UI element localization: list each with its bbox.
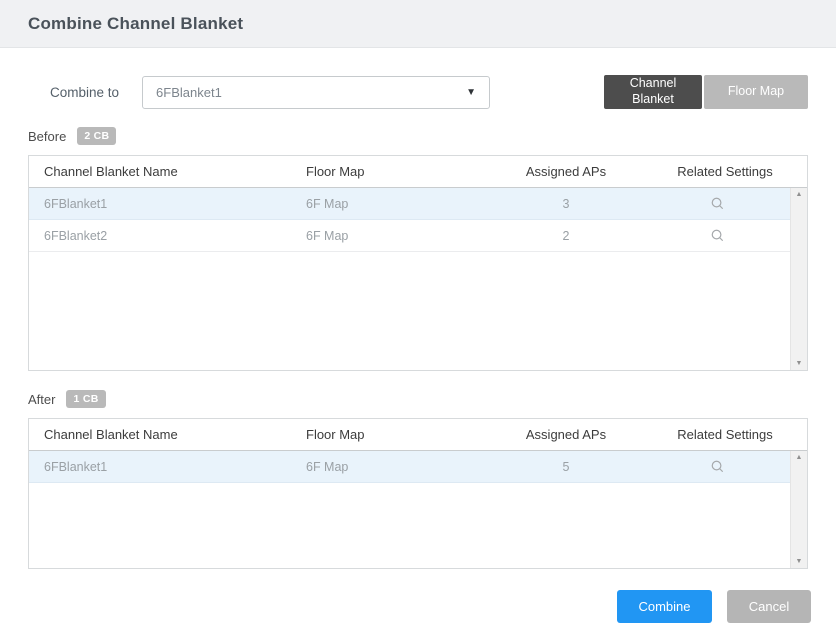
combine-to-select[interactable]: 6FBlanket1 ▼ [142,76,490,109]
column-header-floor-map: Floor Map [289,427,489,442]
before-section-label: Before 2 CB [28,126,808,146]
scroll-up-arrow-icon[interactable]: ▲ [796,191,803,198]
chevron-down-icon: ▼ [466,87,476,98]
search-icon [710,459,725,474]
tab-floor-map[interactable]: Floor Map [704,75,808,109]
scroll-down-arrow-icon[interactable]: ▼ [796,558,803,565]
column-header-related-settings: Related Settings [643,427,807,442]
after-count-badge: 1 CB [66,390,105,408]
footer-actions: Combine Cancel [28,590,811,623]
after-table: Channel Blanket Name Floor Map Assigned … [28,418,808,569]
column-header-assigned-aps: Assigned APs [489,164,643,179]
combine-to-label: Combine to [50,85,119,100]
cell-floor-map: 6F Map [289,460,489,474]
before-label: Before [28,129,66,144]
table-row[interactable]: 6FBlanket1 6F Map 5 [29,451,790,483]
combine-to-selected-value: 6FBlanket1 [156,85,222,100]
before-table: Channel Blanket Name Floor Map Assigned … [28,155,808,371]
cell-assigned-aps: 3 [489,197,643,211]
cell-channel-blanket-name: 6FBlanket1 [29,460,289,474]
table-row[interactable]: 6FBlanket1 6F Map 3 [29,188,790,220]
search-icon [710,196,725,211]
combine-button[interactable]: Combine [617,590,712,623]
cell-assigned-aps: 2 [489,229,643,243]
cell-related-settings [643,457,791,477]
search-icon [710,228,725,243]
before-table-scrollbar[interactable]: ▲ ▼ [790,188,807,370]
cell-channel-blanket-name: 6FBlanket2 [29,229,289,243]
column-header-floor-map: Floor Map [289,164,489,179]
column-header-assigned-aps: Assigned APs [489,427,643,442]
title-bar: Combine Channel Blanket [0,0,836,48]
cell-related-settings [643,194,791,214]
after-section-label: After 1 CB [28,389,808,409]
related-settings-button[interactable] [707,194,727,214]
related-settings-button[interactable] [707,457,727,477]
related-settings-button[interactable] [707,226,727,246]
after-table-scrollbar[interactable]: ▲ ▼ [790,451,807,568]
cell-assigned-aps: 5 [489,460,643,474]
cell-floor-map: 6F Map [289,229,489,243]
scroll-up-arrow-icon[interactable]: ▲ [796,454,803,461]
before-table-body: 6FBlanket1 6F Map 3 6FBlanket2 6F Map 2 [29,188,807,370]
tab-channel-blanket[interactable]: Channel Blanket [604,75,702,109]
column-header-channel-blanket-name: Channel Blanket Name [29,427,289,442]
scroll-down-arrow-icon[interactable]: ▼ [796,360,803,367]
column-header-channel-blanket-name: Channel Blanket Name [29,164,289,179]
before-table-header: Channel Blanket Name Floor Map Assigned … [29,156,807,188]
after-table-header: Channel Blanket Name Floor Map Assigned … [29,419,807,451]
cell-related-settings [643,226,791,246]
page-title: Combine Channel Blanket [28,14,243,34]
before-count-badge: 2 CB [77,127,116,145]
column-header-related-settings: Related Settings [643,164,807,179]
after-table-body: 6FBlanket1 6F Map 5 ▲ ▼ [29,451,807,568]
cell-channel-blanket-name: 6FBlanket1 [29,197,289,211]
cancel-button[interactable]: Cancel [727,590,811,623]
table-row[interactable]: 6FBlanket2 6F Map 2 [29,220,790,252]
controls-row: Combine to 6FBlanket1 ▼ Channel Blanket … [28,75,808,109]
view-toggle-group: Channel Blanket Floor Map [604,75,808,109]
after-label: After [28,392,55,407]
cell-floor-map: 6F Map [289,197,489,211]
